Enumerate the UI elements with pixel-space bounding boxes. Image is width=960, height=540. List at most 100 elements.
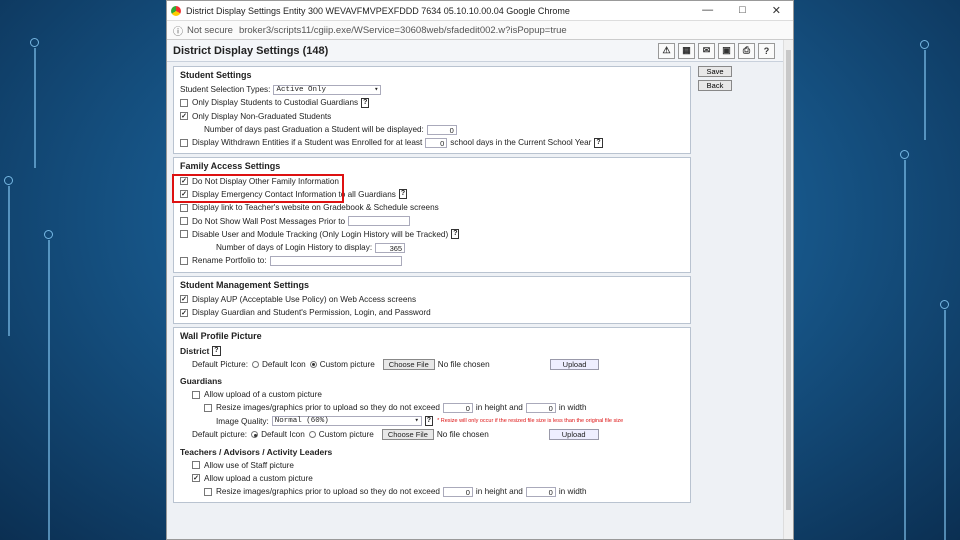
no-file-label: No file chosen bbox=[437, 359, 490, 369]
width-label: in width bbox=[558, 403, 587, 413]
warning-icon[interactable]: ⚠ bbox=[658, 42, 675, 59]
circuit-line bbox=[904, 160, 906, 540]
page-title: District Display Settings (148) bbox=[173, 44, 329, 57]
default-icon-radio[interactable] bbox=[251, 360, 259, 368]
height-input[interactable]: 0 bbox=[442, 402, 473, 413]
disable-tracking-label: Disable User and Module Tracking (Only L… bbox=[192, 229, 449, 239]
allow-upload-checkbox[interactable] bbox=[192, 390, 200, 399]
allow-upload-label: Allow upload of a custom picture bbox=[204, 390, 322, 400]
default-icon-label: Default Icon bbox=[261, 359, 306, 369]
grid-icon[interactable]: ▦ bbox=[678, 42, 695, 59]
help-icon[interactable]: ? bbox=[424, 416, 434, 427]
width-input[interactable]: 0 bbox=[525, 402, 556, 413]
default-icon-radio-2[interactable] bbox=[251, 431, 259, 439]
scrollbar[interactable] bbox=[783, 40, 793, 539]
grad-days-input[interactable]: 0 bbox=[426, 124, 457, 135]
mail-icon[interactable]: ✉ bbox=[698, 42, 715, 59]
security-label: Not secure bbox=[187, 24, 233, 36]
width-input-2[interactable]: 0 bbox=[525, 486, 556, 497]
height-label-2: in height and bbox=[475, 487, 523, 497]
circuit-line bbox=[924, 50, 926, 140]
image-quality-select[interactable]: Normal (60%) bbox=[271, 416, 422, 427]
minimize-button[interactable]: — bbox=[702, 4, 713, 17]
toolbar: ⚠ ▦ ✉ ▣ ⎙ ? bbox=[658, 42, 793, 59]
screen-icon[interactable]: ▣ bbox=[718, 42, 735, 59]
staff-picture-checkbox[interactable] bbox=[192, 461, 200, 470]
url-text[interactable]: broker3/scripts11/cgiip.exe/WService=306… bbox=[239, 25, 567, 36]
circuit-line bbox=[8, 186, 10, 336]
staff-picture-label: Allow use of Staff picture bbox=[204, 460, 294, 470]
no-file-label-2: No file chosen bbox=[436, 430, 489, 440]
custom-picture-label-2: Custom picture bbox=[318, 430, 374, 440]
address-bar[interactable]: ⓘ Not secure broker3/scripts11/cgiip.exe… bbox=[167, 21, 793, 40]
withdrawn-days-input[interactable]: 0 bbox=[425, 137, 448, 148]
help-icon[interactable]: ? bbox=[451, 229, 460, 240]
wall-post-checkbox[interactable] bbox=[180, 217, 188, 226]
browser-window: District Display Settings Entity 300 WEV… bbox=[166, 0, 794, 540]
student-settings-section: Student Settings Student Selection Types… bbox=[173, 66, 691, 155]
print-icon[interactable]: ⎙ bbox=[738, 42, 755, 59]
choose-file-button-2[interactable]: Choose File bbox=[381, 429, 434, 441]
circuit-node bbox=[940, 300, 949, 309]
circuit-node bbox=[920, 40, 929, 49]
help-icon[interactable]: ? bbox=[594, 137, 603, 148]
circuit-line bbox=[944, 310, 946, 540]
height-input-2[interactable]: 0 bbox=[442, 486, 473, 497]
wall-post-date-input[interactable] bbox=[348, 216, 411, 227]
save-button[interactable]: Save bbox=[698, 66, 732, 77]
resize-label-2: Resize images/graphics prior to upload s… bbox=[216, 487, 440, 497]
custodial-checkbox[interactable] bbox=[180, 98, 188, 107]
withdrawn-checkbox[interactable] bbox=[180, 138, 188, 147]
maximize-button[interactable]: □ bbox=[739, 4, 746, 17]
wall-post-label: Do Not Show Wall Post Messages Prior to bbox=[192, 216, 346, 226]
height-label: in height and bbox=[475, 403, 523, 413]
resize-checkbox[interactable] bbox=[204, 403, 212, 412]
custom-picture-radio-2[interactable] bbox=[308, 431, 316, 439]
guardian-permission-checkbox[interactable] bbox=[180, 308, 188, 317]
withdrawn-label: Display Withdrawn Entities if a Student … bbox=[192, 138, 423, 148]
rename-portfolio-checkbox[interactable] bbox=[180, 256, 188, 265]
guardian-permission-label: Display Guardian and Student's Permissio… bbox=[192, 308, 431, 317]
section-heading: Wall Profile Picture bbox=[180, 331, 262, 342]
help-icon[interactable]: ? bbox=[361, 97, 370, 108]
resize-checkbox-2[interactable] bbox=[204, 487, 212, 496]
resize-note: * Resize will only occur if the resized … bbox=[437, 418, 624, 425]
student-management-section: Student Management Settings Display AUP … bbox=[173, 275, 691, 325]
upload-button-2[interactable]: Upload bbox=[548, 429, 599, 441]
login-history-label: Number of days of Login History to displ… bbox=[216, 243, 373, 253]
section-heading: Student Management Settings bbox=[180, 279, 310, 290]
non-graduated-checkbox[interactable] bbox=[180, 112, 188, 121]
info-icon[interactable]: ⓘ bbox=[173, 23, 183, 38]
district-heading: District bbox=[180, 345, 210, 356]
highlight-box bbox=[172, 174, 344, 203]
upload-button[interactable]: Upload bbox=[549, 358, 600, 370]
help-icon[interactable]: ? bbox=[212, 345, 221, 356]
close-button[interactable]: ✕ bbox=[772, 4, 781, 17]
rename-portfolio-input[interactable] bbox=[269, 255, 402, 266]
withdrawn-label-2: school days in the Current School Year bbox=[450, 138, 592, 148]
image-quality-label: Image Quality: bbox=[216, 416, 269, 426]
wall-profile-section: Wall Profile Picture District? Default P… bbox=[173, 327, 691, 504]
aup-checkbox[interactable] bbox=[180, 295, 188, 304]
login-history-input[interactable]: 365 bbox=[375, 242, 406, 253]
circuit-node bbox=[44, 230, 53, 239]
disable-tracking-checkbox[interactable] bbox=[180, 230, 188, 239]
default-icon-label-2: Default Icon bbox=[261, 430, 305, 440]
custodial-label: Only Display Students to Custodial Guard… bbox=[192, 98, 359, 108]
choose-file-button[interactable]: Choose File bbox=[382, 358, 435, 370]
default-picture-label-2: Default picture: bbox=[192, 430, 248, 440]
selection-types-select[interactable]: Active Only bbox=[273, 84, 382, 95]
custom-picture-radio[interactable] bbox=[309, 360, 317, 368]
section-heading: Family Access Settings bbox=[180, 161, 281, 172]
scrollbar-thumb[interactable] bbox=[786, 50, 791, 510]
width-label-2: in width bbox=[558, 487, 587, 497]
allow-upload-label-2: Allow upload a custom picture bbox=[204, 473, 313, 483]
chrome-icon bbox=[171, 5, 181, 16]
help-icon[interactable]: ? bbox=[758, 42, 775, 59]
non-graduated-label: Only Display Non-Graduated Students bbox=[192, 111, 332, 121]
teacher-website-checkbox[interactable] bbox=[180, 203, 188, 212]
back-button[interactable]: Back bbox=[698, 80, 732, 91]
allow-upload-checkbox-2[interactable] bbox=[192, 474, 200, 483]
help-icon[interactable]: ? bbox=[398, 189, 408, 200]
side-buttons: Save Back bbox=[695, 66, 735, 91]
